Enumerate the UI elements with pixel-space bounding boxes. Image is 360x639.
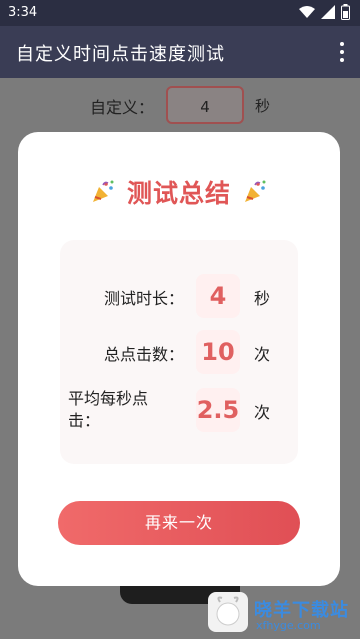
wifi-icon — [299, 6, 315, 18]
summary-card: 测试时长： 4 秒 总点击数： 10 次 平均每秒点 击： 2.5 次 — [60, 240, 298, 464]
custom-time-input[interactable]: 4 — [166, 86, 244, 124]
status-bar: 3:34 — [0, 0, 360, 26]
dialog-title: 测试总结 — [126, 179, 231, 208]
duration-row: 测试时长： 4 秒 — [60, 274, 298, 318]
duration-label: 测试时长： — [103, 289, 184, 308]
app-bar: 自定义时间点击速度测试 — [0, 26, 360, 78]
app-title: 自定义时间点击速度测试 — [16, 44, 225, 65]
clicks-per-second-row: 平均每秒点 击： 2.5 次 — [60, 388, 298, 432]
total-clicks-unit: 次 — [254, 345, 271, 364]
duration-value: 4 — [196, 274, 240, 318]
total-clicks-value: 10 — [196, 330, 240, 374]
summary-dialog: 测试总结 测试时长： 4 秒 总点击数： 10 次 平均每秒点 击： 2.5 次 … — [18, 132, 340, 586]
total-clicks-row: 总点击数： 10 次 — [60, 330, 298, 374]
status-time: 3:34 — [8, 5, 38, 20]
custom-time-label: 自定义： — [90, 98, 155, 117]
retry-button[interactable]: 再来一次 — [58, 501, 300, 545]
dialog-header: 测试总结 — [18, 174, 340, 210]
signal-icon — [321, 5, 335, 19]
battery-icon — [341, 4, 350, 20]
party-popper-icon — [92, 180, 114, 202]
more-options-icon[interactable] — [340, 42, 346, 64]
watermark: 晓羊下载站 xfhyge.com — [208, 592, 360, 639]
custom-time-unit: 秒 — [255, 97, 271, 115]
clicks-per-second-label: 平均每秒点 击： — [68, 389, 149, 430]
watermark-url: xfhyge.com — [256, 619, 321, 632]
watermark-logo-icon — [208, 592, 248, 632]
clicks-per-second-unit: 次 — [254, 403, 271, 422]
party-popper-icon — [245, 180, 266, 202]
total-clicks-label: 总点击数： — [103, 345, 184, 364]
clicks-per-second-value: 2.5 — [196, 388, 240, 432]
custom-time-row: 自定义： 4 秒 — [0, 86, 360, 126]
status-icons — [299, 4, 350, 20]
duration-unit: 秒 — [254, 289, 271, 308]
